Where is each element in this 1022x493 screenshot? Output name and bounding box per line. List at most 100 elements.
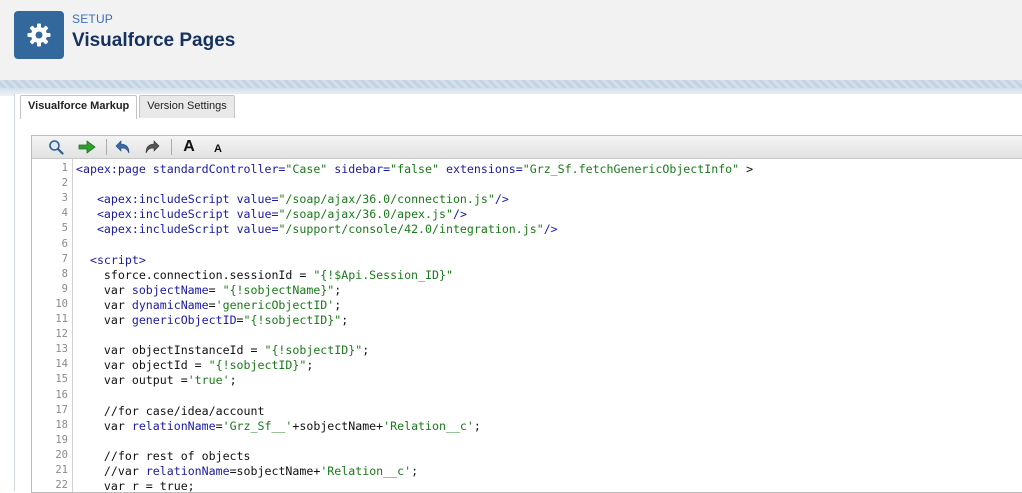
code-token: "{!sobjectID}" — [243, 313, 342, 327]
code-token: > — [739, 162, 754, 176]
code-token: sforce.connection.sessionId = — [76, 267, 314, 282]
code-line: //for rest of objects — [76, 449, 251, 463]
font-decrease-icon[interactable]: A — [211, 140, 225, 158]
code-token: value= — [236, 222, 279, 237]
code-token: ; — [334, 282, 342, 297]
goto-line-icon[interactable] — [76, 138, 98, 156]
code-token: standardController= — [152, 162, 286, 176]
line-number: 9 — [61, 282, 68, 295]
code-line: <apex:includeScript value="/support/cons… — [76, 222, 558, 236]
line-number: 14 — [55, 358, 68, 371]
code-line: <apex:page standardController="Case" sid… — [76, 162, 753, 176]
page-title: Visualforce Pages — [72, 30, 236, 51]
code-token: "Grz_Sf.fetchGenericObjectInfo" — [522, 162, 740, 176]
code-token: var — [76, 418, 132, 433]
page-header: SETUP Visualforce Pages — [0, 0, 1022, 82]
line-number: 4 — [61, 207, 68, 220]
line-number: 16 — [55, 388, 68, 401]
setup-label: SETUP — [72, 12, 114, 26]
tab-visualforce-markup[interactable]: Visualforce Markup — [20, 95, 138, 119]
tab-bar: Visualforce Markup Version Settings — [20, 95, 237, 119]
code-line: var objectInstanceId = "{!sobjectID}"; — [76, 343, 369, 357]
code-token: "{!sobjectName}" — [222, 282, 335, 297]
code-line: <script> — [76, 253, 146, 267]
code-token: <apex:includeScript — [96, 192, 237, 207]
line-number: 20 — [55, 448, 68, 461]
code-token: "{!sobjectID}" — [264, 343, 363, 358]
code-token: "false" — [390, 162, 439, 176]
code-area[interactable]: 1 2 3 4 5 6 7 8 9 10 11 12 13 14 15 16 17 18 19 20 21 22 <ape… — [32, 159, 1022, 493]
code-token: sidebar= — [334, 162, 391, 176]
code-token: /> — [543, 222, 558, 237]
code-token: var output = — [76, 373, 188, 388]
code-token: ; — [334, 297, 342, 312]
code-token: relationName — [131, 418, 216, 433]
code-token: value= — [236, 207, 279, 222]
code-token: ; — [473, 418, 481, 433]
line-number: 11 — [55, 313, 68, 325]
code-line: //var relationName=sobjectName+'Relation… — [76, 464, 418, 478]
redo-icon[interactable] — [142, 138, 162, 156]
code-token: <apex:page — [76, 162, 153, 176]
code-token: var — [76, 282, 132, 297]
line-number: 2 — [61, 177, 68, 190]
code-token: var — [76, 297, 132, 312]
code-token: = — [215, 418, 223, 433]
line-number: 3 — [61, 192, 68, 205]
code-token: var objectInstanceId = — [76, 343, 265, 358]
code-token: ; — [306, 358, 314, 373]
code-token: = — [236, 313, 244, 327]
code-token: /> — [452, 207, 467, 222]
line-number: 18 — [55, 418, 68, 431]
line-number: 15 — [55, 373, 68, 386]
font-increase-icon[interactable]: A — [180, 138, 198, 156]
code-token: extensions= — [445, 162, 523, 176]
code-line: //for case/idea/account — [76, 403, 265, 418]
code-line: <apex:includeScript value="/soap/ajax/36… — [76, 207, 467, 221]
code-token: "{!sobjectID}" — [208, 358, 307, 373]
line-number: 10 — [55, 297, 68, 310]
code-token: //var — [76, 464, 146, 478]
code-token: = — [208, 297, 216, 312]
search-icon[interactable] — [46, 138, 66, 156]
code-token: //for case/idea/account — [76, 403, 265, 418]
line-number: 8 — [61, 267, 68, 280]
line-number: 19 — [55, 433, 68, 446]
line-number: 17 — [55, 403, 68, 416]
code-token: 'genericObjectID' — [215, 297, 335, 312]
code-token: "/soap/ajax/36.0/apex.js" — [278, 207, 453, 222]
code-token: = — [208, 282, 223, 297]
code-line: var sobjectName= "{!sobjectName}"; — [76, 283, 341, 297]
undo-icon[interactable] — [113, 138, 133, 156]
line-number: 1 — [61, 162, 68, 174]
code-token: value= — [236, 192, 279, 207]
code-token: /> — [494, 192, 509, 207]
code-token: <apex:includeScript — [96, 207, 237, 222]
code-token: ; — [362, 343, 370, 358]
code-token: 'Relation__c' — [320, 464, 412, 478]
code-token: 'Relation__c' — [383, 418, 474, 433]
tab-version-settings[interactable]: Version Settings — [139, 95, 235, 118]
code-line: var genericObjectID="{!sobjectID}"; — [76, 313, 348, 327]
line-number: 13 — [55, 343, 68, 356]
code-token: =sobjectName+ — [229, 464, 321, 478]
code-editor[interactable]: A A 1 2 3 4 5 6 7 8 9 10 11 12 13 14 15 16 17 18 19 20 21 22 … — [31, 135, 1022, 493]
code-line: var dynamicName='genericObjectID'; — [76, 298, 341, 312]
code-token: 'Grz_Sf__' — [222, 418, 293, 433]
code-token: var objectId = — [76, 358, 209, 373]
code-line: <apex:includeScript value="/soap/ajax/36… — [76, 192, 509, 206]
code-token: "/support/console/42.0/integration.js" — [278, 222, 544, 237]
line-number: 22 — [55, 479, 68, 492]
line-number: 7 — [61, 252, 68, 265]
line-number: 12 — [55, 328, 68, 341]
code-token: //for rest of objects — [76, 448, 251, 463]
code-token: 'true' — [187, 373, 230, 388]
code-line: var output ='true'; — [76, 373, 237, 387]
code-line: sforce.connection.sessionId = "{!$Api.Se… — [76, 268, 453, 282]
setup-icon-tile — [14, 11, 64, 59]
gear-icon — [27, 23, 51, 47]
